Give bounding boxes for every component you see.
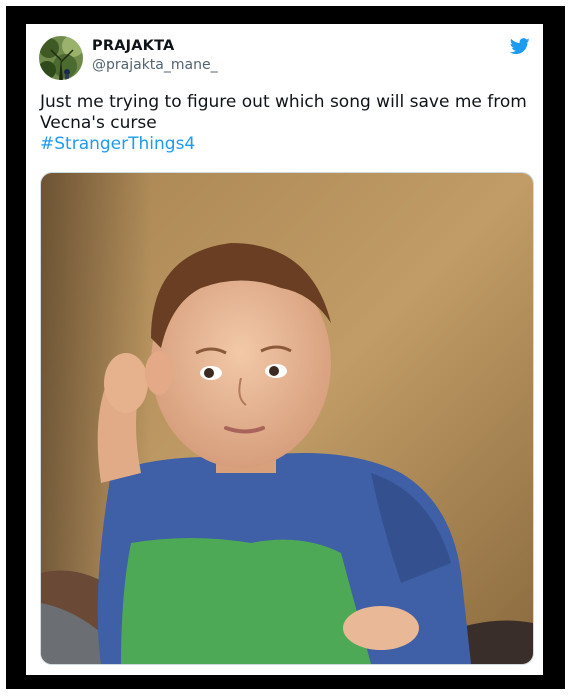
tweet-text: Just me trying to figure out which song …: [40, 92, 530, 155]
user-handle[interactable]: @prajakta_mane_: [92, 56, 218, 74]
tweet-author[interactable]: PRAJAKTA @prajakta_mane_: [92, 37, 218, 74]
hashtag-link[interactable]: #StrangerThings4: [40, 134, 530, 155]
twitter-bird-icon[interactable]: [509, 38, 530, 55]
avatar[interactable]: [39, 36, 83, 80]
tweet-photo[interactable]: [40, 172, 534, 665]
tweet-card: PRAJAKTA @prajakta_mane_ Just me trying …: [26, 24, 543, 675]
display-name[interactable]: PRAJAKTA: [92, 37, 218, 55]
tweet-body: Just me trying to figure out which song …: [40, 92, 527, 133]
